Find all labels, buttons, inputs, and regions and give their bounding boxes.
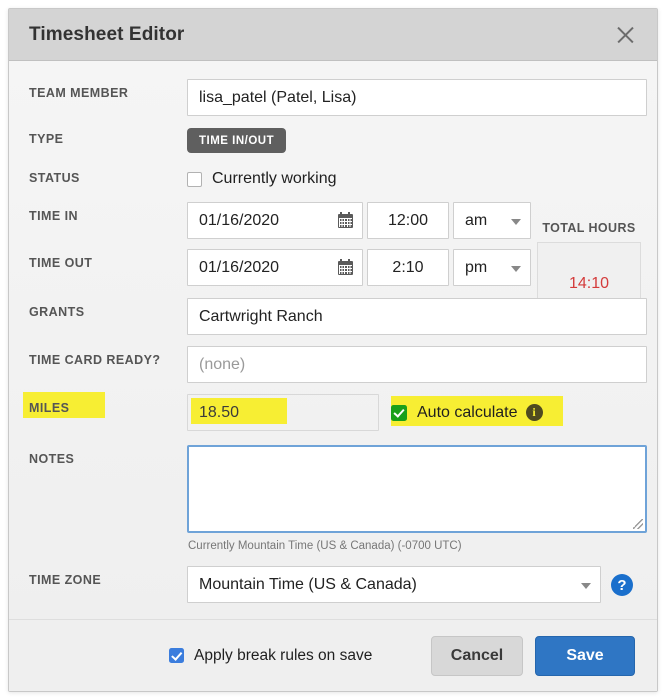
form-body: TOTAL HOURS 14:10 TEAM MEMBER lisa_patel…: [9, 61, 657, 619]
auto-calculate-label: Auto calculate: [417, 403, 518, 421]
row-time-card-ready: TIME CARD READY? (none): [9, 346, 657, 383]
dialog-footer: Apply break rules on save Cancel Save: [9, 619, 657, 691]
row-time-in: TIME IN 01/16/2020 12:00 am: [9, 202, 657, 239]
time-card-ready-label: TIME CARD READY?: [29, 353, 161, 367]
miles-label: MILES: [29, 401, 70, 415]
chevron-down-icon[interactable]: [511, 265, 521, 272]
notes-textarea[interactable]: [187, 445, 647, 533]
row-grants: GRANTS Cartwright Ranch: [9, 298, 657, 335]
resize-grip-icon[interactable]: [633, 519, 643, 529]
timezone-helper-text: Currently Mountain Time (US & Canada) (-…: [188, 540, 462, 552]
time-out-meridiem-select[interactable]: pm: [453, 249, 531, 286]
notes-label: NOTES: [29, 452, 75, 466]
dialog-titlebar: Timesheet Editor: [9, 9, 657, 61]
time-card-ready-input[interactable]: (none): [187, 346, 647, 383]
type-toggle-button[interactable]: TIME IN/OUT: [187, 128, 287, 153]
row-notes: NOTES Currently Mountain Time (US & Cana…: [9, 445, 657, 552]
cancel-button[interactable]: Cancel: [431, 635, 523, 676]
info-icon[interactable]: i: [525, 404, 543, 421]
time-in-time-input[interactable]: 12:00: [367, 202, 449, 239]
calendar-icon[interactable]: [338, 211, 353, 228]
save-button[interactable]: Save: [535, 635, 635, 676]
team-member-input[interactable]: lisa_patel (Patel, Lisa): [187, 79, 647, 116]
calendar-icon[interactable]: [338, 258, 353, 275]
apply-break-rules-group[interactable]: Apply break rules on save: [169, 647, 431, 665]
type-label: TYPE: [29, 132, 64, 146]
time-zone-label: TIME ZONE: [29, 573, 102, 587]
grants-label: GRANTS: [29, 305, 85, 319]
currently-working-label: Currently working: [212, 170, 337, 187]
chevron-down-icon[interactable]: [511, 218, 521, 225]
time-in-meridiem-select[interactable]: am: [453, 202, 531, 239]
row-status: STATUS Currently working: [9, 167, 657, 188]
time-zone-select[interactable]: Mountain Time (US & Canada): [187, 566, 601, 603]
currently-working-checkbox-group[interactable]: Currently working: [187, 167, 336, 188]
apply-break-rules-checkbox[interactable]: [169, 648, 184, 663]
status-label: STATUS: [29, 171, 80, 185]
chevron-down-icon[interactable]: [581, 582, 591, 589]
time-out-time-input[interactable]: 2:10: [367, 249, 449, 286]
timesheet-editor-dialog: Timesheet Editor TOTAL HOURS 14:10 TEAM …: [8, 8, 658, 692]
team-member-label: TEAM MEMBER: [29, 86, 129, 100]
row-time-out: TIME OUT 01/16/2020 2:10 pm: [9, 249, 657, 286]
grants-input[interactable]: Cartwright Ranch: [187, 298, 647, 335]
auto-calculate-checkbox[interactable]: [391, 404, 407, 421]
time-out-date-value: 01/16/2020: [199, 258, 280, 276]
time-in-date-value: 01/16/2020: [199, 211, 280, 229]
dialog-title: Timesheet Editor: [29, 23, 185, 45]
miles-input[interactable]: 18.50: [187, 394, 379, 431]
time-out-label: TIME OUT: [29, 256, 93, 270]
currently-working-checkbox[interactable]: [187, 171, 202, 187]
row-miles: MILES 18.50 Auto calculate i: [9, 392, 657, 431]
time-zone-value: Mountain Time (US & Canada): [199, 575, 417, 593]
apply-break-rules-label: Apply break rules on save: [194, 646, 373, 664]
time-in-label: TIME IN: [29, 209, 78, 223]
time-in-date-input[interactable]: 01/16/2020: [187, 202, 363, 239]
row-type: TYPE TIME IN/OUT: [9, 128, 657, 153]
row-time-zone: TIME ZONE Mountain Time (US & Canada) ?: [9, 566, 657, 603]
row-team-member: TEAM MEMBER lisa_patel (Patel, Lisa): [9, 79, 657, 116]
auto-calculate-group[interactable]: Auto calculate i: [391, 394, 543, 431]
time-out-meridiem-value: pm: [465, 258, 488, 276]
time-out-date-input[interactable]: 01/16/2020: [187, 249, 363, 286]
close-icon[interactable]: [611, 21, 639, 49]
help-icon[interactable]: ?: [611, 574, 633, 596]
time-in-meridiem-value: am: [465, 211, 488, 229]
